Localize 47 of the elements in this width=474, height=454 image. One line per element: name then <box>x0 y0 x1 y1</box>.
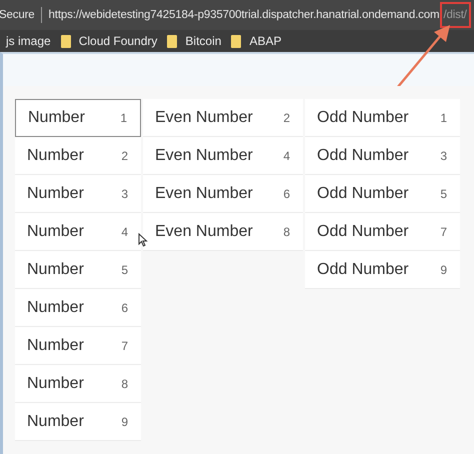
item-title: Even Number <box>155 184 253 202</box>
item-counter: 5 <box>121 262 128 276</box>
item-counter: 4 <box>283 148 290 162</box>
item-title: Number <box>27 374 84 392</box>
item-counter: 1 <box>440 110 447 124</box>
item-counter: 3 <box>440 148 447 162</box>
list-item[interactable]: Number 1 <box>15 99 141 137</box>
item-counter: 1 <box>120 111 127 125</box>
item-title: Odd Number <box>317 146 409 164</box>
item-title: Number <box>27 336 84 354</box>
item-title: Number <box>27 298 84 316</box>
item-counter: 6 <box>283 186 290 200</box>
item-counter: 9 <box>440 262 447 276</box>
item-counter: 2 <box>283 110 290 124</box>
item-counter: 2 <box>121 148 128 162</box>
bookmark-link[interactable]: ABAP <box>231 34 282 48</box>
item-counter: 3 <box>121 186 128 200</box>
item-title: Odd Number <box>317 184 409 202</box>
item-title: Number <box>27 222 84 240</box>
item-counter: 8 <box>283 224 290 238</box>
cursor-icon <box>138 233 148 247</box>
item-counter: 7 <box>121 338 128 352</box>
item-counter: 9 <box>121 414 128 428</box>
item-title: Number <box>27 412 84 430</box>
bookmark-link[interactable]: Bitcoin <box>167 34 222 48</box>
item-title: Number <box>27 260 84 278</box>
item-title: Number <box>28 109 85 127</box>
item-counter: 7 <box>440 224 447 238</box>
bookmark-link[interactable]: js image <box>6 34 51 48</box>
item-title: Odd Number <box>317 108 409 126</box>
url-text[interactable]: https://webidetesting7425184-p935700trial.dispatcher.hanatrial.ondemand.com <box>48 9 440 21</box>
item-counter: 8 <box>121 376 128 390</box>
bookmark-link[interactable]: Cloud Foundry <box>60 34 158 48</box>
item-title: Number <box>27 146 84 164</box>
item-counter: 6 <box>121 300 128 314</box>
item-counter: 5 <box>440 186 447 200</box>
highlight-box <box>440 2 471 28</box>
item-title: Even Number <box>155 108 253 126</box>
item-title: Even Number <box>155 222 253 240</box>
folder-icon <box>231 34 242 48</box>
item-title: Odd Number <box>317 222 409 240</box>
folder-icon <box>167 34 178 48</box>
item-title: Even Number <box>155 146 253 164</box>
folder-icon <box>60 34 71 48</box>
item-title: Number <box>27 184 84 202</box>
item-counter: 4 <box>121 224 128 238</box>
item-title: Odd Number <box>317 260 409 278</box>
